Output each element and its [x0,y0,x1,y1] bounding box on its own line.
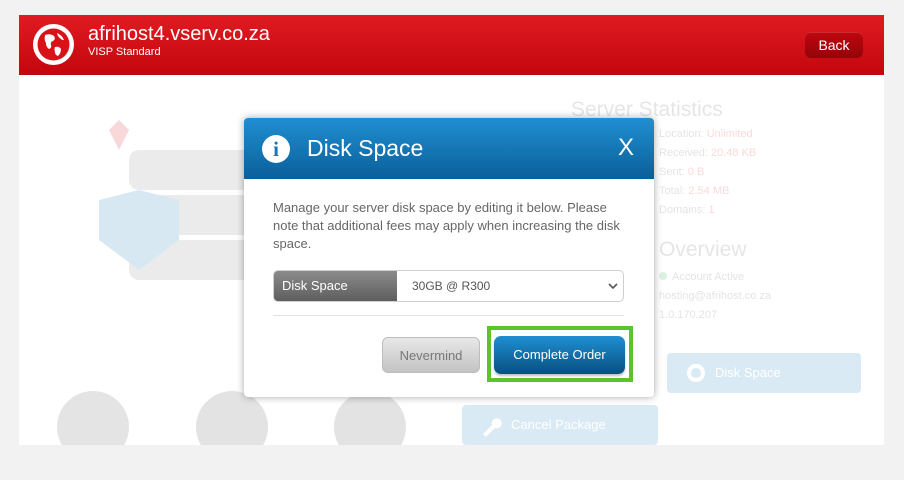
app-window: afrihost4.vserv.co.za VISP Standard Back… [19,15,884,445]
stat-received: Received: 20.48 KB [659,147,757,159]
stat-total: Total: 2.54 MB [659,185,730,197]
apps-icon[interactable] [196,391,268,445]
dialog-divider [273,315,624,316]
complete-order-button[interactable]: Complete Order [494,336,625,374]
dialog-title: Disk Space [307,135,424,161]
dialog-description: Manage your server disk space by editing… [273,200,620,251]
disk-space-selected-value[interactable]: 30GB @ R300 [412,271,490,301]
account-ip: 1.0.170.207 [659,309,718,321]
status-dot-icon [659,272,667,280]
account-status: Account Active [659,271,744,283]
close-button[interactable]: X [618,134,634,162]
stat-domains: Domains: 1 [659,204,715,216]
account-email: hosting@afrihost.co.za [659,290,772,302]
disk-space-tile-button[interactable]: Disk Space [667,353,861,393]
cancel-package-button[interactable]: Cancel Package [462,405,658,445]
disk-space-tile-label: Disk Space [715,365,781,380]
back-button[interactable]: Back [805,32,863,58]
server-hostname: afrihost4.vserv.co.za [88,23,270,45]
invoice-icon[interactable] [57,391,129,445]
gear-icon [687,364,705,382]
package-name: VISP Standard [88,46,161,58]
chevron-down-icon [608,283,618,290]
globe-logo-icon [33,24,74,65]
info-icon: i [262,135,290,163]
stat-location: Location: Unlimited [659,128,753,140]
settings-icon[interactable] [334,391,406,445]
stat-sent: Sent: 0 B [659,166,705,178]
disk-space-select[interactable]: Disk Space 30GB @ R300 [273,270,624,302]
cancel-package-label: Cancel Package [511,417,606,432]
disk-space-field-label: Disk Space [274,271,397,301]
app-header: afrihost4.vserv.co.za VISP Standard Back [19,15,884,75]
disk-space-dialog: i Disk Space X Manage your server disk s… [244,118,654,397]
dialog-header: i Disk Space X [244,118,654,179]
nevermind-button[interactable]: Nevermind [382,337,480,373]
overview-title: Overview [659,238,747,261]
wrench-icon [483,418,502,437]
